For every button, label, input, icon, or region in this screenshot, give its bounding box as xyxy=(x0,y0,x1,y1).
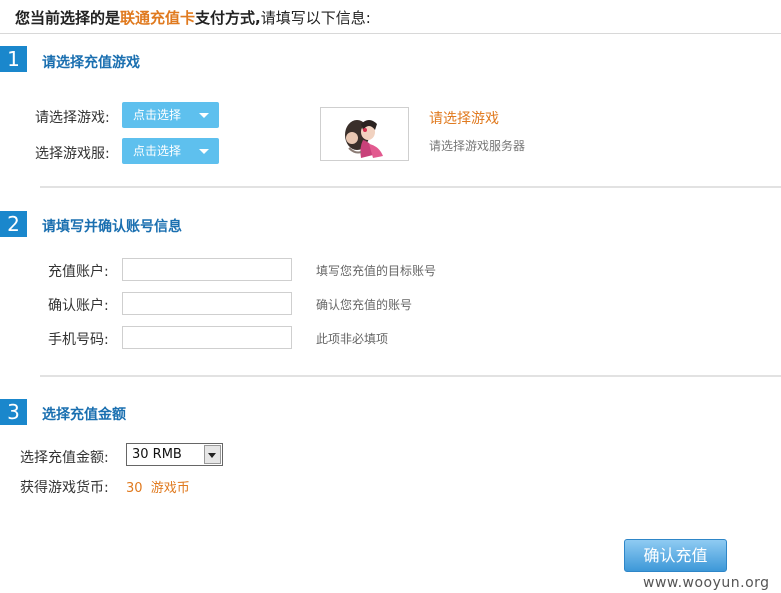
amount-select[interactable]: 30 RMB xyxy=(126,443,223,466)
section-1-title: 请选择充值游戏 xyxy=(42,55,140,71)
intro-prefix: 您当前选择的是 xyxy=(15,9,121,27)
account-label: 充值账户: xyxy=(48,264,109,280)
select-game-button-label: 点击选择 xyxy=(133,108,182,122)
selected-game-name: 请选择游戏 xyxy=(429,111,499,127)
section-3-number: 3 xyxy=(0,399,27,425)
intro-suffix: 支付方式, xyxy=(195,9,261,27)
confirm-account-input[interactable] xyxy=(122,292,292,315)
section-3-title: 选择充值金额 xyxy=(42,407,126,423)
amount-select-value: 30 RMB xyxy=(132,447,182,462)
section-2-title: 请填写并确认账号信息 xyxy=(42,219,182,235)
phone-label: 手机号码: xyxy=(48,332,109,348)
confirm-recharge-button[interactable]: 确认充值 xyxy=(624,539,727,572)
confirm-account-hint: 确认您充值的账号 xyxy=(316,298,413,312)
game-label: 请选择游戏: xyxy=(35,110,110,126)
select-server-button-label: 点击选择 xyxy=(133,144,182,158)
account-input[interactable] xyxy=(122,258,292,281)
section-divider xyxy=(40,375,781,377)
intro-note: 请填写以下信息: xyxy=(260,9,371,27)
payment-method: 联通充值卡 xyxy=(120,9,196,27)
select-server-button[interactable]: 点击选择 xyxy=(122,138,219,164)
chevron-down-icon[interactable] xyxy=(204,445,221,464)
phone-input[interactable] xyxy=(122,326,292,349)
game-image xyxy=(320,107,409,161)
amount-label: 选择充值金额: xyxy=(20,450,109,466)
account-hint: 填写您充值的目标账号 xyxy=(316,264,437,278)
currency-label: 获得游戏货币: xyxy=(20,480,109,496)
phone-hint: 此项非必填项 xyxy=(316,332,389,346)
top-divider xyxy=(0,33,781,34)
currency-value: 30 游戏币 xyxy=(126,481,190,496)
section-1-number: 1 xyxy=(0,46,27,72)
game-character-image xyxy=(321,108,408,160)
intro-text: 您当前选择的是联通充值卡支付方式,请填写以下信息: xyxy=(15,7,371,28)
server-label: 选择游戏服: xyxy=(35,146,110,162)
watermark: www.wooyun.org xyxy=(643,575,770,591)
section-divider xyxy=(40,186,781,188)
select-game-button[interactable]: 点击选择 xyxy=(122,102,219,128)
chevron-down-icon xyxy=(199,149,209,154)
confirm-account-label: 确认账户: xyxy=(48,298,109,314)
section-2-number: 2 xyxy=(0,211,27,237)
selected-game-server: 请选择游戏服务器 xyxy=(429,139,526,153)
chevron-down-icon xyxy=(199,113,209,118)
